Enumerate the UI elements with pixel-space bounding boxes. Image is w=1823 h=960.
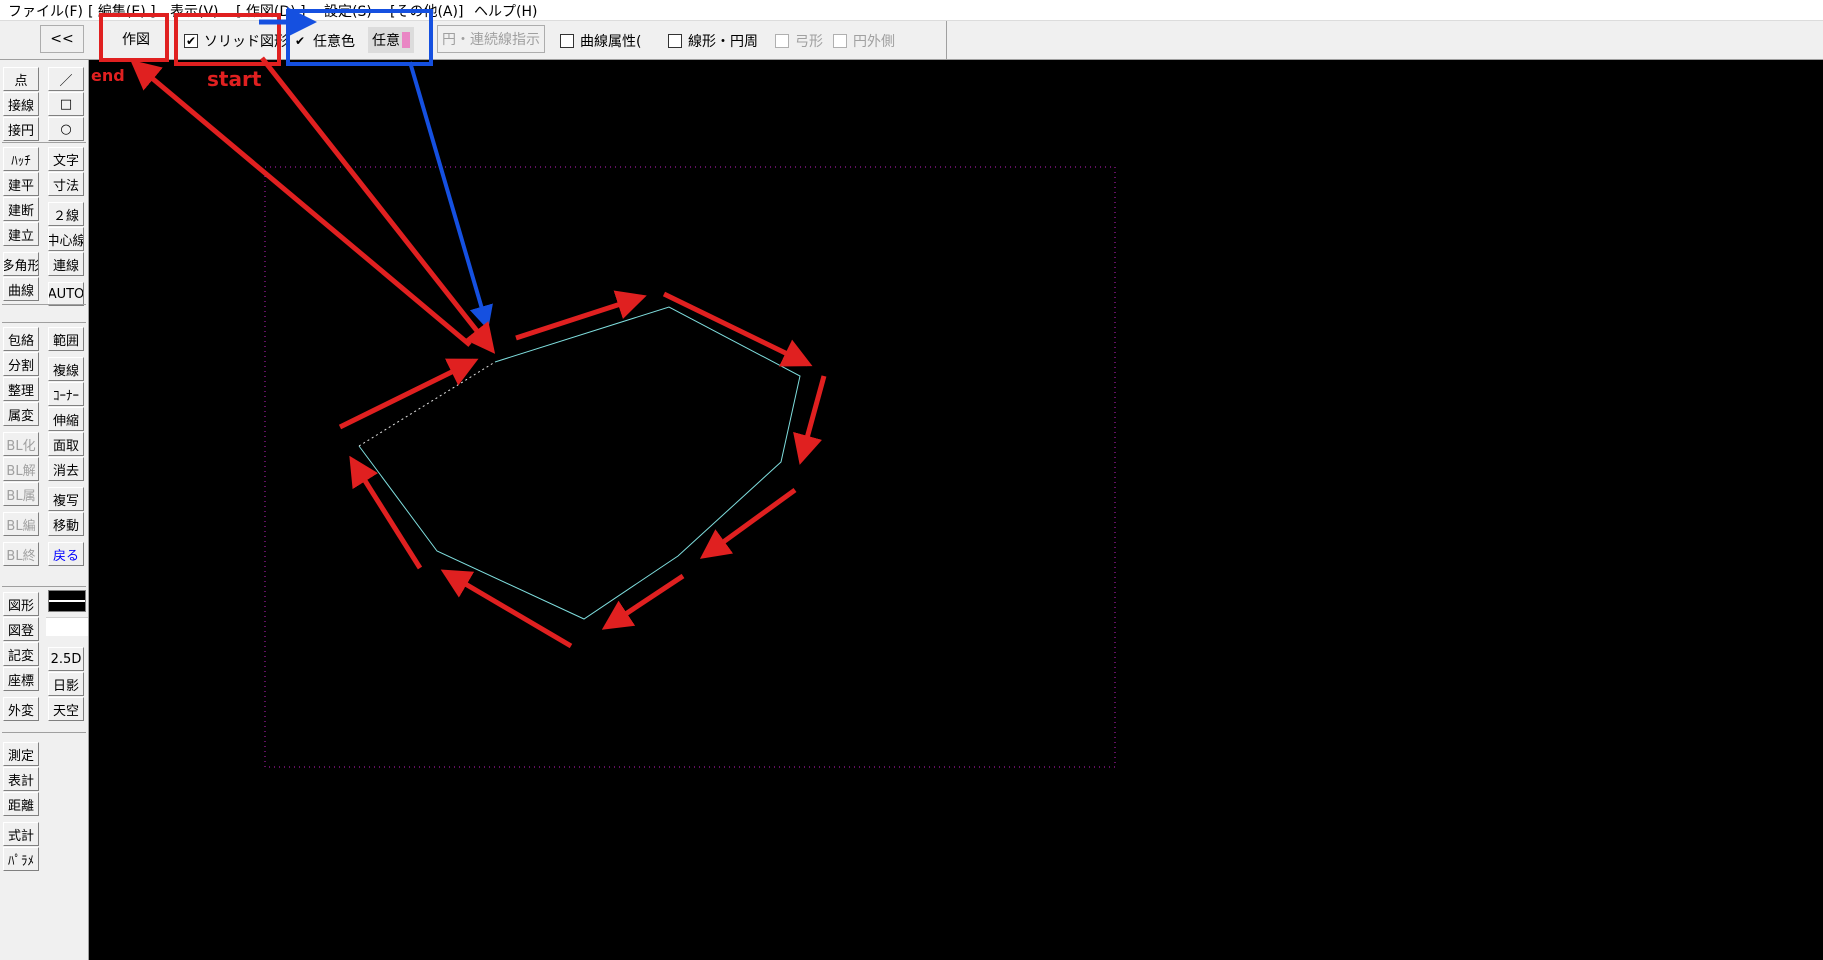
menu-bar: ファイル(F) [ 編集(E) ] 表示(V) [ 作図(D) ] 設定(S) … [0, 0, 1823, 21]
closing-segment [358, 361, 496, 447]
draw-button[interactable]: 作図 [110, 25, 162, 53]
tool-building-section[interactable]: 建断 [3, 197, 39, 221]
check-icon: ✔ [184, 34, 198, 48]
drawn-polygon [358, 306, 801, 620]
menu-help[interactable]: ヘルプ(H) [474, 1, 537, 21]
palette-separator [2, 322, 86, 323]
tool-bl-attr[interactable]: BL属 [3, 482, 39, 506]
palette-separator [2, 732, 86, 733]
color-swatch-icon [402, 32, 410, 48]
line-sample-icon [49, 600, 85, 602]
tool-auto[interactable]: AUTO [48, 282, 84, 306]
tool-attr-change[interactable]: 属変 [3, 402, 39, 426]
tool-tidy[interactable]: 整理 [3, 377, 39, 401]
control-bar: << 作図 ✔ ソリッド図形 ✔ 任意色 任意 円・連続線指示 曲線属性( 線形… [0, 21, 1823, 60]
tool-envelope[interactable]: 包絡 [3, 327, 39, 351]
tool-point[interactable]: 点 [3, 67, 39, 91]
curve-attribute-checkbox[interactable]: 曲線属性( [560, 31, 641, 51]
any-color-label: 任意色 [313, 34, 355, 50]
tool-copy[interactable]: 複写 [48, 487, 84, 511]
tool-polygon[interactable]: 多角形 [3, 252, 39, 276]
paper-frame [264, 166, 1116, 768]
tool-erase[interactable]: 消去 [48, 457, 84, 481]
check-icon: ✔ [294, 34, 306, 48]
any-color-button-label: 任意 [372, 33, 400, 49]
arc-checkbox[interactable]: 弓形 [775, 31, 823, 51]
tool-external[interactable]: 外変 [3, 697, 39, 721]
tool-dimension[interactable]: 寸法 [48, 172, 84, 196]
tool-line[interactable]: ／ [48, 67, 84, 91]
continuous-line-button[interactable]: 円・連続線指示 [437, 25, 545, 53]
tool-rectangle[interactable]: □ [48, 92, 84, 116]
linear-circle-label: 線形・円周 [688, 34, 758, 50]
layer-indicator[interactable] [46, 617, 88, 636]
menu-edit[interactable]: [ 編集(E) ] [88, 1, 156, 21]
tool-2-5d[interactable]: 2.5D [48, 647, 84, 671]
tool-hatch[interactable]: ﾊｯﾁ [3, 147, 39, 171]
tool-sun-shadow[interactable]: 日影 [48, 672, 84, 696]
palette-separator [2, 586, 86, 587]
tool-bl-release[interactable]: BL解 [3, 457, 39, 481]
menu-draw[interactable]: [ 作図(D) ] [236, 1, 306, 21]
line-style-swatch[interactable] [48, 590, 86, 612]
tool-double-line[interactable]: ２線 [48, 202, 84, 226]
tool-chamfer[interactable]: 面取 [48, 432, 84, 456]
tool-curve[interactable]: 曲線 [3, 277, 39, 301]
palette-separator [2, 304, 86, 305]
menu-settings[interactable]: 設定(S) [324, 1, 372, 21]
tool-move[interactable]: 移動 [48, 512, 84, 536]
checkbox-icon [560, 34, 574, 48]
tool-bl-make[interactable]: BL化 [3, 432, 39, 456]
checkbox-icon [775, 34, 789, 48]
menu-file[interactable]: ファイル(F) [8, 1, 83, 21]
tool-palette: 点 接線 接円 ﾊｯﾁ 建平 建断 建立 多角形 曲線 包絡 分割 整理 属変 … [0, 60, 89, 960]
tool-text[interactable]: 文字 [48, 147, 84, 171]
tool-parametric[interactable]: ﾊﾟﾗﾒ [3, 847, 39, 871]
tool-building-elevation[interactable]: 建立 [3, 222, 39, 246]
tool-coordinates[interactable]: 座標 [3, 667, 39, 691]
drawing-canvas[interactable] [89, 60, 1823, 960]
tool-measure[interactable]: 測定 [3, 742, 39, 766]
tool-range[interactable]: 範囲 [48, 327, 84, 351]
tool-figure[interactable]: 図形 [3, 592, 39, 616]
tool-tangent-circle[interactable]: 接円 [3, 117, 39, 141]
menu-other[interactable]: [その他(A)] [390, 1, 463, 21]
tool-bl-end[interactable]: BL終 [3, 542, 39, 566]
tool-figure-register[interactable]: 図登 [3, 617, 39, 641]
toolbar-divider [946, 21, 947, 59]
tool-distance[interactable]: 距離 [3, 792, 39, 816]
curve-attribute-label: 曲線属性( [580, 34, 642, 50]
collapse-button[interactable]: << [40, 25, 84, 53]
menu-view[interactable]: 表示(V) [170, 1, 219, 21]
outer-circle-checkbox[interactable]: 円外側 [833, 31, 895, 51]
tool-stretch[interactable]: 伸縮 [48, 407, 84, 431]
outer-circle-label: 円外側 [853, 34, 895, 50]
checkbox-icon [668, 34, 682, 48]
tool-symbol-change[interactable]: 記変 [3, 642, 39, 666]
palette-separator [2, 142, 86, 143]
solid-figure-label: ソリッド図形 [204, 34, 288, 50]
tool-sky-factor[interactable]: 天空 [48, 697, 84, 721]
tool-table-calc[interactable]: 表計 [3, 767, 39, 791]
tool-circle[interactable]: ○ [48, 117, 84, 141]
start-label: start [207, 67, 262, 91]
tool-corner[interactable]: ｺｰﾅｰ [48, 382, 84, 406]
tool-undo[interactable]: 戻る [48, 542, 84, 566]
checkbox-icon [833, 34, 847, 48]
tool-offset-line[interactable]: 複線 [48, 357, 84, 381]
linear-circle-checkbox[interactable]: 線形・円周 [668, 31, 758, 51]
any-color-button[interactable]: 任意 [368, 27, 414, 53]
end-label: end [91, 66, 125, 85]
canvas-drawing [264, 166, 1116, 768]
arc-label: 弓形 [795, 34, 823, 50]
tool-center-line[interactable]: 中心線 [48, 227, 84, 251]
tool-building-plan[interactable]: 建平 [3, 172, 39, 196]
tool-formula[interactable]: 式計 [3, 822, 39, 846]
tool-divide[interactable]: 分割 [3, 352, 39, 376]
tool-bl-edit[interactable]: BL編 [3, 512, 39, 536]
tool-connect-line[interactable]: 連線 [48, 252, 84, 276]
solid-figure-checkbox[interactable]: ✔ ソリッド図形 [184, 31, 288, 51]
any-color-checkbox[interactable]: ✔ 任意色 [293, 31, 355, 51]
tool-tangent-line[interactable]: 接線 [3, 92, 39, 116]
